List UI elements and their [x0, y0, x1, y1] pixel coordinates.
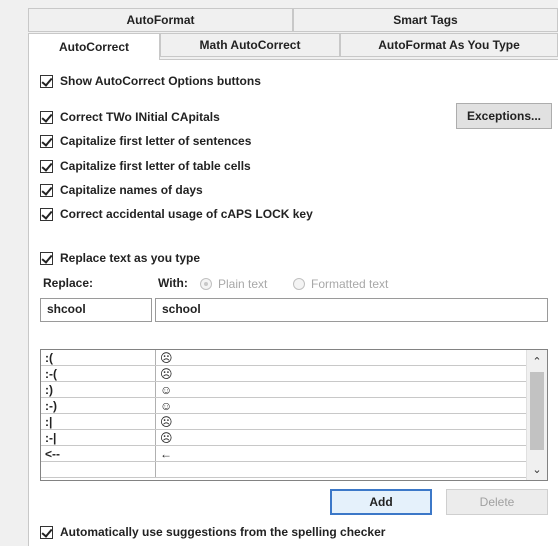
replacement-list[interactable]: :( ☹ :-( ☹ :) ☺ :-) ☺ :| ☹ :-| ☹ <-- ← ⌃…	[40, 349, 548, 481]
list-item-to: ☺	[160, 382, 173, 397]
show-buttons-label: Show AutoCorrect Options buttons	[60, 74, 261, 88]
list-item-blank	[41, 462, 528, 478]
list-item-from-blank	[41, 462, 156, 477]
list-item-from: :|	[41, 414, 156, 429]
delete-button-label: Delete	[479, 495, 515, 509]
list-item[interactable]: :( ☹	[41, 350, 528, 366]
list-item-from: :-)	[41, 398, 156, 413]
list-item-from: :-|	[41, 430, 156, 445]
list-item-to: ☹	[160, 430, 173, 445]
list-item[interactable]: :) ☺	[41, 382, 528, 398]
list-item-to: ☹	[160, 366, 173, 381]
exceptions-button-label: Exceptions...	[466, 109, 542, 123]
tab-autoformat[interactable]: AutoFormat	[28, 8, 293, 32]
plain-text-option[interactable]: Plain text	[200, 277, 267, 291]
list-item[interactable]: :-| ☹	[41, 430, 528, 446]
list-item-from: :)	[41, 382, 156, 397]
list-item-to: ☹	[160, 350, 173, 365]
scroll-up-icon[interactable]: ⌃	[527, 352, 547, 370]
formatted-text-radio[interactable]	[293, 278, 305, 290]
plain-text-label: Plain text	[218, 277, 268, 291]
list-scrollbar[interactable]: ⌃ ⌄	[526, 350, 547, 480]
first-letter-sentences-label: Capitalize first letter of sentences	[60, 134, 252, 148]
tab-smart-tags-label: Smart Tags	[393, 13, 458, 27]
tab-math-autocorrect-label: Math AutoCorrect	[199, 38, 301, 52]
names-of-days-option[interactable]: Capitalize names of days	[40, 181, 203, 199]
auto-suggestions-label: Automatically use suggestions from the s…	[60, 525, 386, 539]
tab-autoformat-label: AutoFormat	[126, 13, 195, 27]
tab-autoformat-as-you-type[interactable]: AutoFormat As You Type	[340, 33, 558, 57]
with-input[interactable]: school	[155, 298, 548, 322]
list-item-from: :-(	[41, 366, 156, 381]
list-item[interactable]: :-) ☺	[41, 398, 528, 414]
caps-lock-label: Correct accidental usage of cAPS LOCK ke…	[60, 207, 313, 221]
exceptions-button[interactable]: Exceptions...	[456, 103, 552, 129]
two-initial-caps-label: Correct TWo INitial CApitals	[60, 110, 220, 124]
list-item[interactable]: :-( ☹	[41, 366, 528, 382]
formatted-text-option[interactable]: Formatted text	[293, 277, 388, 291]
tab-math-autocorrect[interactable]: Math AutoCorrect	[160, 33, 340, 57]
first-letter-table-label: Capitalize first letter of table cells	[60, 159, 251, 173]
scroll-down-icon[interactable]: ⌄	[527, 460, 547, 478]
with-label: With:	[158, 276, 188, 290]
tab-autocorrect[interactable]: AutoCorrect	[28, 33, 160, 60]
delete-button[interactable]: Delete	[446, 489, 548, 515]
names-of-days-checkbox[interactable]	[40, 183, 53, 197]
replace-label: Replace:	[43, 276, 94, 290]
tab-autocorrect-label: AutoCorrect	[58, 40, 129, 54]
first-letter-sentences-option[interactable]: Capitalize first letter of sentences	[40, 132, 251, 150]
caps-lock-checkbox[interactable]	[40, 207, 53, 221]
formatted-text-label: Formatted text	[311, 277, 389, 291]
tab-smart-tags[interactable]: Smart Tags	[293, 8, 558, 32]
replace-as-you-type-checkbox[interactable]	[40, 251, 53, 265]
names-of-days-label: Capitalize names of days	[60, 183, 203, 197]
add-button-label: Add	[369, 495, 393, 509]
two-initial-caps-checkbox[interactable]	[40, 110, 53, 124]
list-item[interactable]: <-- ←	[41, 446, 528, 462]
plain-text-radio[interactable]	[200, 278, 212, 290]
add-button[interactable]: Add	[330, 489, 432, 515]
first-letter-table-checkbox[interactable]	[40, 159, 53, 173]
list-item[interactable]: :| ☹	[41, 414, 528, 430]
auto-suggestions-checkbox[interactable]	[40, 525, 53, 539]
auto-suggestions-option[interactable]: Automatically use suggestions from the s…	[40, 523, 385, 541]
two-initial-caps-option[interactable]: Correct TWo INitial CApitals	[40, 108, 220, 126]
list-item-to: ←	[160, 446, 172, 461]
show-autocorrect-buttons-option[interactable]: Show AutoCorrect Options buttons	[40, 72, 261, 90]
list-item-from: :(	[41, 350, 156, 365]
list-item-to: ☺	[160, 398, 173, 413]
list-item-from: <--	[41, 446, 156, 461]
scroll-thumb[interactable]	[530, 372, 544, 450]
show-buttons-checkbox[interactable]	[40, 74, 53, 88]
replace-input[interactable]: shcool	[40, 298, 152, 322]
caps-lock-option[interactable]: Correct accidental usage of cAPS LOCK ke…	[40, 205, 313, 223]
first-letter-sentences-checkbox[interactable]	[40, 134, 53, 148]
replace-as-you-type-label: Replace text as you type	[60, 251, 201, 265]
list-item-to: ☹	[160, 414, 173, 429]
first-letter-table-option[interactable]: Capitalize first letter of table cells	[40, 157, 251, 175]
tab-autoformat-as-you-type-label: AutoFormat As You Type	[378, 38, 520, 52]
replace-as-you-type-option[interactable]: Replace text as you type	[40, 249, 200, 267]
